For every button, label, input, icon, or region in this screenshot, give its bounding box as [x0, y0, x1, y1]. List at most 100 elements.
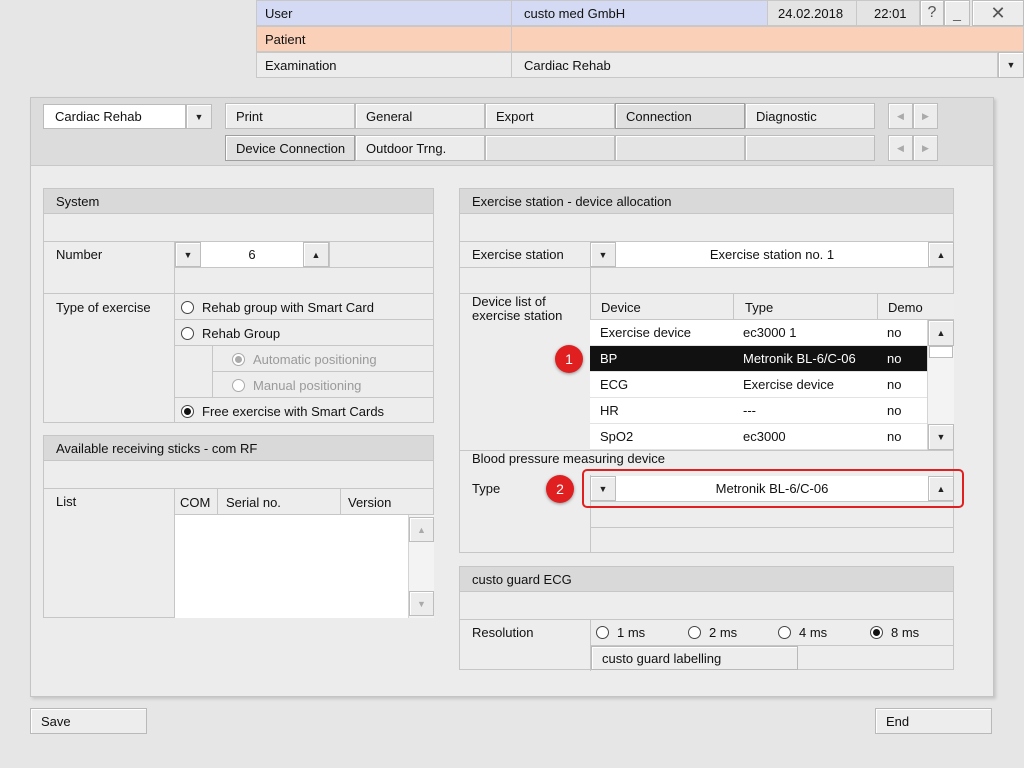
cell-demo: no: [887, 429, 902, 444]
user-value: custo med GmbH: [511, 0, 768, 26]
save-button[interactable]: Save: [30, 708, 147, 734]
custo-guard-labelling-button[interactable]: custo guard labelling: [591, 646, 798, 670]
system-title: System: [44, 189, 433, 214]
sticks-table-header: COM Serial no. Version: [175, 489, 433, 515]
tabs-next-icon[interactable]: ▶: [913, 103, 938, 129]
cell-type: ec3000: [743, 429, 786, 444]
radio-label: 4 ms: [799, 625, 828, 640]
annotation-marker-2: 2: [546, 475, 574, 503]
cell-device: Exercise device: [600, 325, 692, 340]
device-table-header: Device Type Demo: [590, 294, 954, 320]
table-row[interactable]: SpO2 ec3000 no: [590, 424, 927, 450]
column-com: COM: [180, 494, 211, 510]
number-field[interactable]: 6: [201, 242, 303, 267]
scroll-down-icon[interactable]: ▼: [928, 424, 954, 450]
cell-device: BP: [600, 351, 618, 366]
tab-export[interactable]: Export: [485, 103, 615, 129]
examination-label: Examination: [256, 52, 512, 78]
table-row[interactable]: Exercise device ec3000 1 no: [590, 320, 927, 346]
station-next-icon[interactable]: ▲: [928, 242, 954, 267]
cell-type: Exercise device: [743, 377, 835, 392]
station-prev-icon[interactable]: ▼: [590, 242, 616, 267]
module-select[interactable]: Cardiac Rehab: [43, 104, 186, 129]
subtabs-next-icon[interactable]: ▶: [913, 135, 938, 161]
ecg-title: custo guard ECG: [460, 567, 953, 592]
number-value: 6: [248, 247, 256, 262]
scroll-up-icon[interactable]: ▲: [928, 320, 954, 346]
system-panel: System Number ▼ 6 ▲ Type of exercise Reh…: [43, 188, 434, 423]
radio-rehab-group-smart-card[interactable]: Rehab group with Smart Card: [181, 294, 374, 320]
radio-icon: [181, 326, 194, 340]
tab-diagnostic[interactable]: Diagnostic: [745, 103, 875, 129]
sticks-scrollbar[interactable]: ▲ ▼: [408, 515, 434, 618]
subtabs-prev-icon[interactable]: ◀: [888, 135, 913, 161]
tab-print[interactable]: Print: [225, 103, 355, 129]
radio-icon: [870, 626, 883, 639]
patient-value[interactable]: [511, 26, 1024, 52]
radio-label: 8 ms: [891, 625, 920, 640]
cell-demo: no: [887, 377, 902, 392]
cell-device: HR: [600, 403, 619, 418]
radio-resolution-8ms[interactable]: 8 ms: [870, 620, 919, 645]
radio-resolution-2ms[interactable]: 2 ms: [688, 620, 737, 645]
scroll-thumb[interactable]: [929, 346, 953, 358]
tab-device-connection[interactable]: Device Connection: [225, 135, 355, 161]
tab-empty: [615, 135, 745, 161]
radio-resolution-4ms[interactable]: 4 ms: [778, 620, 827, 645]
examination-dropdown-icon[interactable]: ▼: [998, 52, 1024, 78]
radio-manual-positioning: Manual positioning: [232, 372, 361, 398]
help-icon[interactable]: ?: [920, 0, 944, 26]
allocation-title: Exercise station - device allocation: [460, 189, 953, 214]
radio-label: Rehab group with Smart Card: [202, 299, 374, 315]
tab-general[interactable]: General: [355, 103, 485, 129]
radio-rehab-group[interactable]: Rehab Group: [181, 320, 280, 346]
radio-label: Manual positioning: [253, 377, 362, 393]
table-row-selected[interactable]: BP Metronik BL-6/C-06 no: [590, 346, 927, 372]
radio-icon: [596, 626, 609, 639]
module-select-value: Cardiac Rehab: [55, 109, 142, 124]
tab-outdoor-training[interactable]: Outdoor Trng.: [355, 135, 485, 161]
scroll-down-icon[interactable]: ▼: [409, 591, 434, 616]
end-button[interactable]: End: [875, 708, 992, 734]
radio-icon: [181, 300, 194, 314]
device-table[interactable]: Exercise device ec3000 1 no BP Metronik …: [590, 320, 927, 450]
bp-type-label: Type: [472, 480, 501, 496]
list-label: List: [56, 493, 77, 509]
cell-type: ---: [743, 403, 756, 418]
column-serial: Serial no.: [226, 494, 281, 510]
cell-type: ec3000 1: [743, 325, 797, 340]
radio-resolution-1ms[interactable]: 1 ms: [596, 620, 645, 645]
annotation-marker-1: 1: [555, 345, 583, 373]
table-row[interactable]: HR --- no: [590, 398, 927, 424]
sticks-list[interactable]: [175, 515, 408, 618]
column-type: Type: [745, 299, 774, 315]
custo-guard-ecg-panel: custo guard ECG Resolution 1 ms 2 ms 4 m…: [459, 566, 954, 671]
cell-demo: no: [887, 351, 902, 366]
exercise-station-select[interactable]: Exercise station no. 1: [616, 242, 928, 267]
device-list-label: Device list of exercise station: [472, 294, 563, 323]
receiving-sticks-panel: Available receiving sticks - com RF List…: [43, 435, 434, 618]
examination-select[interactable]: Cardiac Rehab: [511, 52, 998, 78]
close-icon[interactable]: ✕: [972, 0, 1024, 26]
table-row[interactable]: ECG Exercise device no: [590, 372, 927, 398]
tab-connection[interactable]: Connection: [615, 103, 745, 129]
highlight-box: [582, 469, 964, 508]
module-dropdown-icon[interactable]: ▼: [186, 104, 212, 129]
tabs-prev-icon[interactable]: ◀: [888, 103, 913, 129]
radio-label: Automatic positioning: [253, 351, 377, 367]
radio-free-exercise-smart-cards[interactable]: Free exercise with Smart Cards: [181, 398, 384, 424]
device-table-scrollbar[interactable]: ▲ ▼: [927, 320, 954, 450]
radio-automatic-positioning: Automatic positioning: [232, 346, 377, 372]
column-version: Version: [348, 494, 392, 510]
cell-device: SpO2: [600, 429, 634, 444]
type-of-exercise-label: Type of exercise: [56, 299, 151, 315]
number-label: Number: [56, 246, 103, 262]
receiving-sticks-title: Available receiving sticks - com RF: [44, 436, 433, 461]
bp-device-heading: Blood pressure measuring device: [472, 450, 665, 466]
minimize-icon[interactable]: _: [944, 0, 970, 26]
number-increment-icon[interactable]: ▲: [303, 242, 329, 267]
number-decrement-icon[interactable]: ▼: [175, 242, 201, 267]
tab-empty: [485, 135, 615, 161]
scroll-up-icon[interactable]: ▲: [409, 517, 434, 542]
radio-icon: [232, 378, 245, 392]
